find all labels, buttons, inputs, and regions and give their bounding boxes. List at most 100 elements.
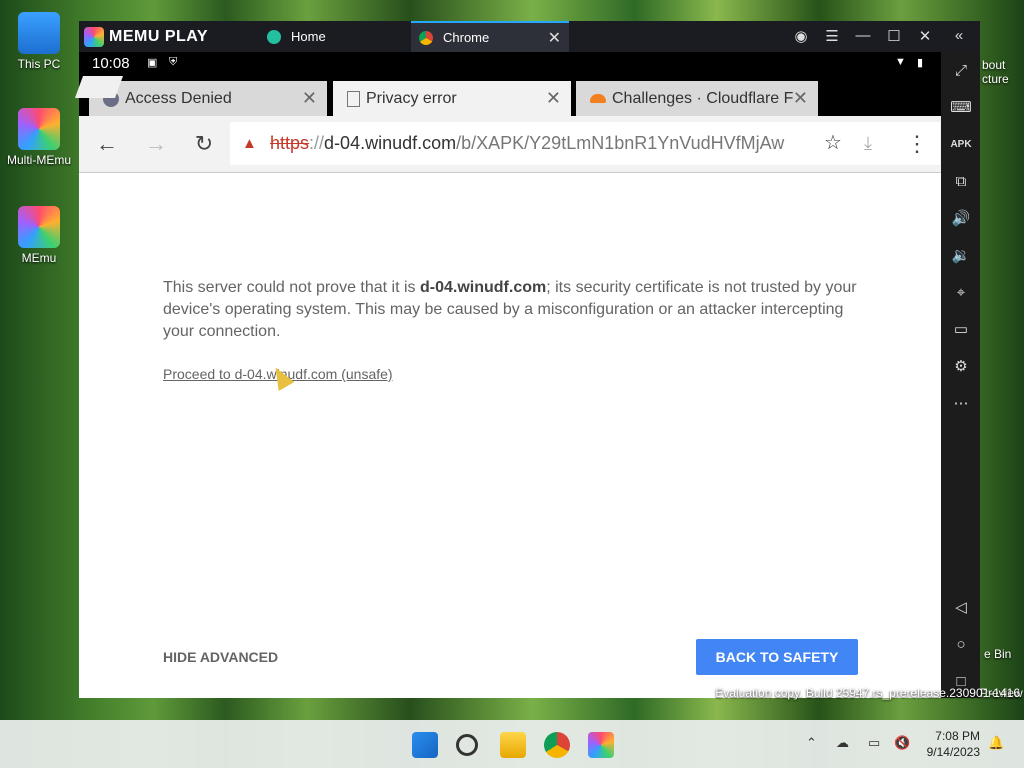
error-message-prefix: This server could not prove that it is [163,279,420,296]
clock-date: 9/14/2023 [926,745,980,759]
minimize-icon[interactable]: — [853,27,873,44]
url-path: /b/XAPK/Y29tLmN1bnR1YnVudHVfMjAw [456,133,785,153]
chrome-tab-access-denied[interactable]: Access Denied ✕ [89,81,327,116]
keyboard-icon[interactable]: ⌨ [950,97,972,119]
file-explorer-icon[interactable] [500,732,526,758]
chrome-taskbar-icon[interactable] [544,732,570,758]
chrome-icon [419,30,433,45]
memu-tab-label: Home [291,29,326,44]
more-icon[interactable]: ⋯ [950,393,972,415]
close-tab-icon[interactable]: ✕ [793,88,808,109]
watermark-line: Evaluation copy. Build 25947.rs_prerelea… [715,686,1020,700]
back-nav-icon[interactable]: ◁ [950,597,972,619]
page-icon [347,90,360,107]
evaluation-watermark: Evaluation copy. Build 25947.rs_prerelea… [715,686,1020,701]
back-arrow-icon[interactable]: ← [95,132,119,156]
url-host: d-04.winudf.com [324,133,457,153]
chrome-tab-label: Privacy error [366,89,457,107]
monitor-icon [18,12,60,54]
home-app-icon [267,29,281,44]
shield-icon: ⛨ [169,56,178,68]
overflow-menu-icon[interactable]: ⋮ [905,132,929,156]
memu-tab-chrome[interactable]: Chrome ✕ [411,21,569,52]
omnibox[interactable]: ▲ https://d-04.winudf.com/b/XAPK/Y29tLmN… [230,122,940,165]
windows-start-icon[interactable] [412,732,438,758]
desktop-icon-multi-memu[interactable]: Multi-MEmu [4,108,74,167]
desktop-icon-label: This PC [17,57,61,71]
folder-icon[interactable]: ▭ [950,319,972,341]
volume-up-icon[interactable]: 🔊 [950,208,972,230]
chrome-tabstrip: Access Denied ✕ Privacy error ✕ Challeng… [74,76,941,116]
collapse-sidebar-icon[interactable]: « [949,27,969,44]
android-screen: 10:08 ▣ ⛨ ▼ ▮ Access Denied ✕ Privacy er… [74,52,941,698]
url-text[interactable]: https://d-04.winudf.com/b/XAPK/Y29tLmN1b… [270,122,815,165]
memu-tab-home[interactable]: Home [259,21,409,52]
desktop-icon-this-pc[interactable]: This PC [4,12,74,71]
close-tab-icon[interactable]: ✕ [546,88,561,109]
status-time: 10:08 [92,55,130,72]
memu-logo-icon [84,27,104,47]
notification-a-icon: ▣ [147,57,158,69]
desktop-icon-label: MEmu [21,251,57,265]
close-tab-icon[interactable]: ✕ [302,88,317,109]
memu-tab-label: Chrome [443,30,490,45]
url-scheme: https [270,133,310,153]
fullscreen-icon[interactable]: ⤢ [950,60,972,82]
memu-titlebar: MEMU PLAY Home Chrome ✕ ◉ ☰ — ☐ ✕ « [79,21,980,52]
close-icon[interactable]: ✕ [915,27,935,45]
display-icon[interactable]: ▭ [868,735,880,751]
memu-logo: MEMU PLAY [84,26,208,48]
chrome-tab-privacy-error[interactable]: Privacy error ✕ [333,81,571,116]
network-icon[interactable]: ☁ [836,735,849,751]
back-to-safety-button[interactable]: BACK TO SAFETY [696,639,858,675]
privacy-error-page: This server could not prove that it is d… [79,173,941,698]
chrome-tab-label: Challenges · Cloudflare F [612,89,794,107]
error-message: This server could not prove that it is d… [163,277,863,343]
volume-muted-icon[interactable]: 🔇 [894,735,910,751]
download-icon[interactable]: ⤓ [864,122,872,165]
chrome-toolbar: ← → ↻ ▲ https://d-04.winudf.com/b/XAPK/Y… [79,116,941,173]
memu-icon [18,206,60,248]
account-icon[interactable]: ◉ [791,27,811,45]
apk-icon[interactable]: APK [950,134,972,156]
home-nav-icon[interactable]: ○ [950,634,972,656]
chrome-tab-label: Access Denied [125,89,232,107]
desktop-fragment: bout cture [982,58,1009,86]
memu-taskbar-icon[interactable] [588,732,614,758]
recycle-bin-fragment: e Bin [984,647,1012,661]
multi-memu-icon [18,108,60,150]
menu-icon[interactable]: ☰ [822,27,842,45]
search-icon[interactable] [456,734,478,756]
battery-icon: ▮ [917,57,924,69]
multi-window-icon[interactable]: ⧉ [950,171,972,193]
chrome-tab-challenges[interactable]: Challenges · Cloudflare F ✕ [576,81,818,116]
notifications-icon[interactable]: 🔔 [988,735,1004,751]
hide-advanced-button[interactable]: HIDE ADVANCED [163,649,278,665]
android-statusbar: 10:08 ▣ ⛨ ▼ ▮ [79,52,941,76]
reload-icon[interactable]: ↻ [192,132,216,156]
taskbar-clock[interactable]: 7:08 PM 9/14/2023 [927,728,980,760]
desktop-icon-label: Multi-MEmu [6,153,71,167]
fragment-text: cture [982,72,1009,86]
windows-taskbar: ⌃ ☁ ▭ 🔇 7:08 PM 9/14/2023 🔔 [0,720,1024,768]
clock-time: 7:08 PM [935,729,980,743]
close-tab-icon[interactable]: ✕ [548,28,561,48]
location-icon[interactable]: ⌖ [950,282,972,304]
bookmark-star-icon[interactable]: ☆ [824,122,842,165]
wifi-icon: ▼ [895,56,906,68]
settings-icon[interactable]: ⚙ [950,356,972,378]
desktop-icon-memu[interactable]: MEmu [4,206,74,265]
show-hidden-icons-icon[interactable]: ⌃ [806,735,817,751]
fragment-text: bout [982,58,1006,72]
volume-down-icon[interactable]: 🔉 [950,245,972,267]
forward-arrow-icon[interactable]: → [144,132,168,156]
memu-sidebar: ⤢ ⌨ APK ⧉ 🔊 🔉 ⌖ ▭ ⚙ ⋯ ◁ ○ □ [941,52,980,698]
error-message-host: d-04.winudf.com [420,279,547,296]
not-secure-warning-icon: ▲ [242,135,257,152]
memu-brand: MEMU PLAY [109,28,209,45]
memu-window: MEMU PLAY Home Chrome ✕ ◉ ☰ — ☐ ✕ « ⤢ ⌨ … [74,21,980,698]
new-tab-button[interactable] [74,76,124,98]
maximize-icon[interactable]: ☐ [884,27,904,45]
cloudflare-icon [590,94,606,103]
url-scheme-sep: :// [309,133,325,153]
